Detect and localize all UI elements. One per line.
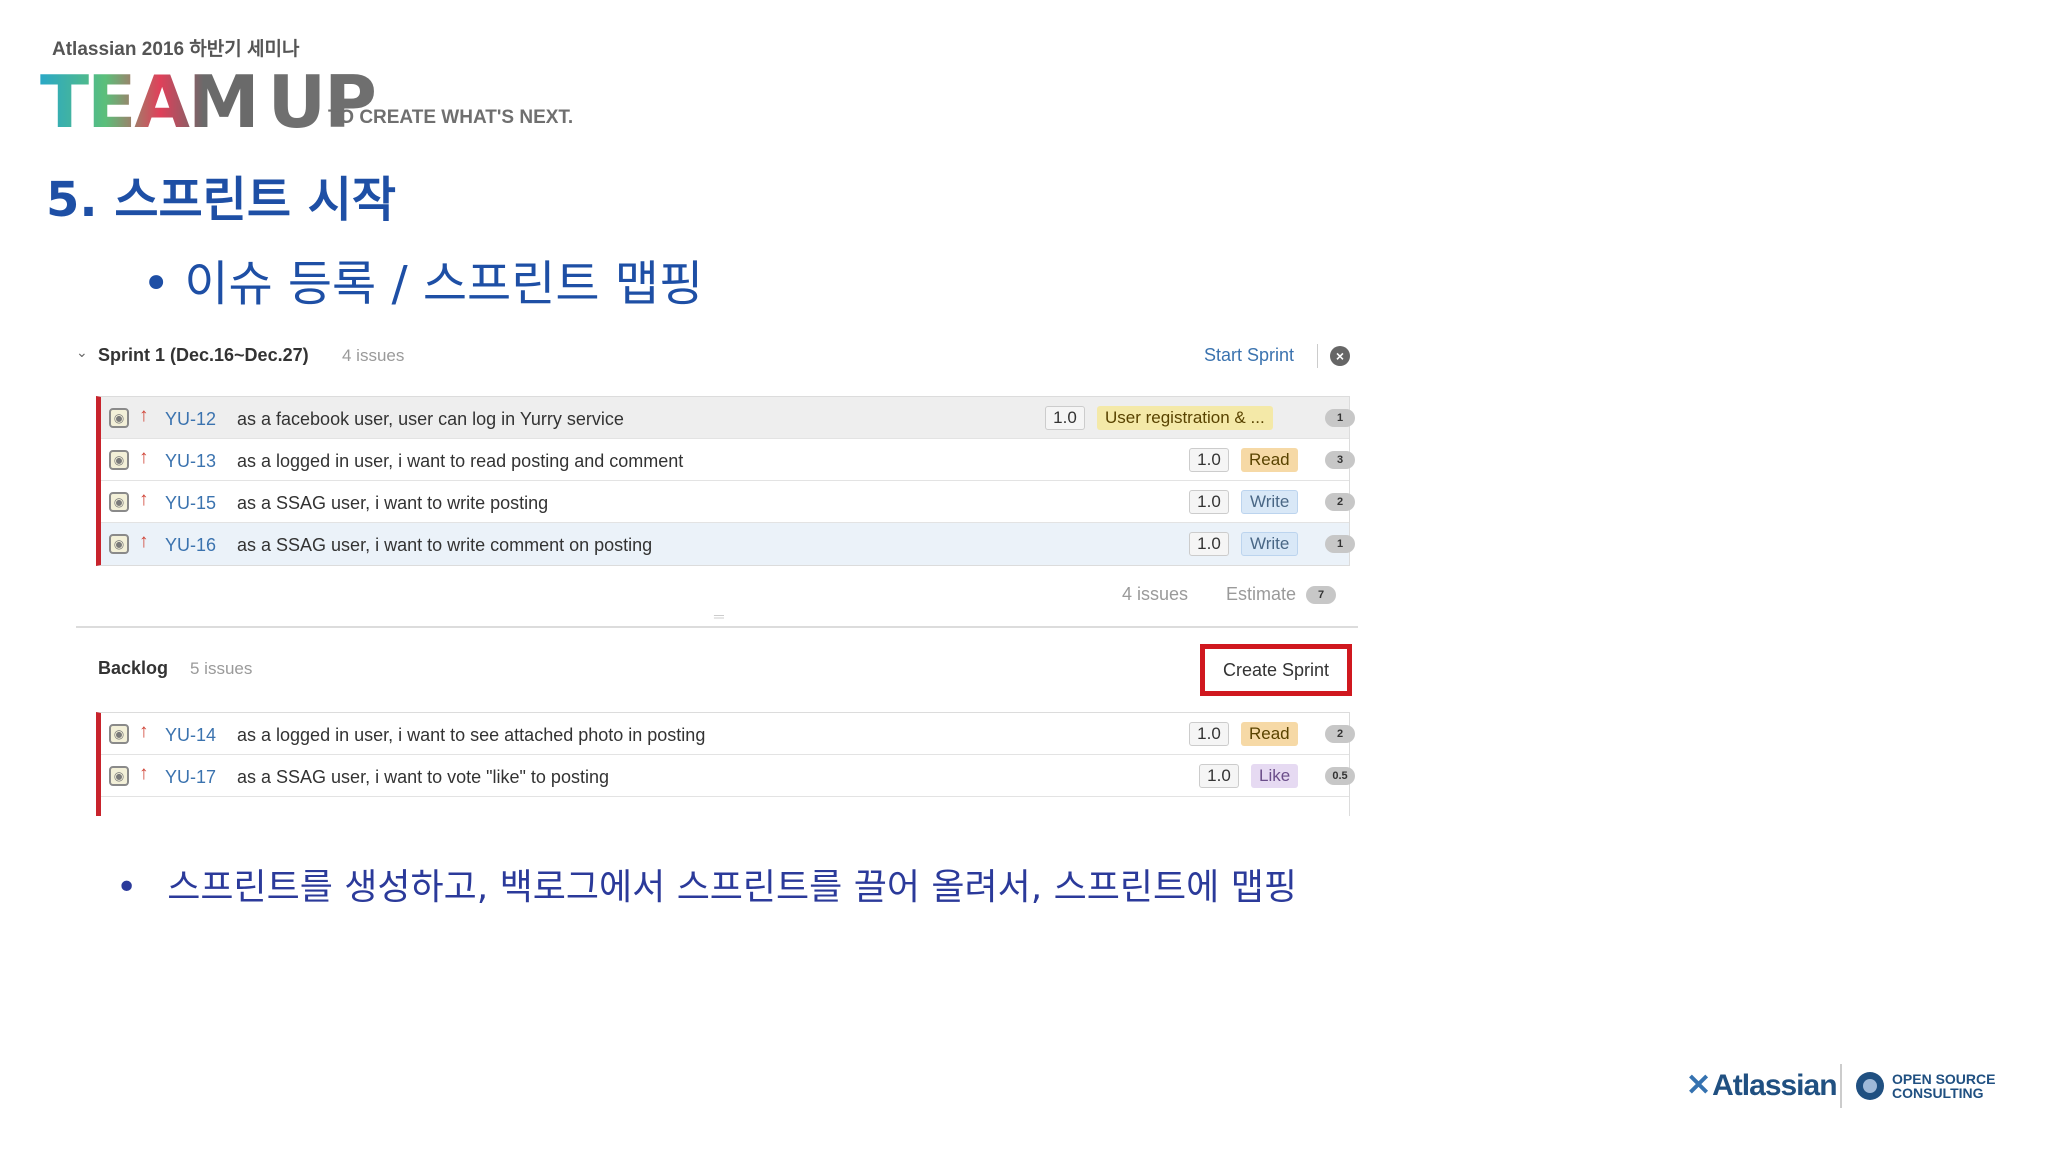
bullet-dot: •: [142, 256, 171, 312]
issue-estimate: 1.0: [1189, 490, 1229, 514]
epic-label[interactable]: User registration & ...: [1097, 406, 1273, 430]
description-text: 스프린트를 생성하고, 백로그에서 스프린트를 끌어 올려서, 스프린트에 맵핑: [167, 867, 1297, 908]
tagline: TO CREATE WHAT'S NEXT.: [328, 107, 574, 128]
arrow-up-priority-icon: ↑: [139, 531, 149, 552]
sprint-footer-estimate-badge: 7: [1306, 586, 1336, 604]
issue-summary: as a logged in user, i want to see attac…: [237, 725, 706, 745]
description-bullet: • 스프린트를 생성하고, 백로그에서 스프린트를 끌어 올려서, 스프린트에 맵…: [116, 858, 1297, 910]
issue-summary: as a SSAG user, i want to write posting: [237, 493, 549, 513]
drag-handle-icon[interactable]: ═: [714, 608, 724, 624]
header-separator: [1317, 344, 1318, 368]
page-title: 5. 스프린트 시작: [46, 172, 397, 228]
epic-label[interactable]: Like: [1251, 764, 1299, 788]
issue-row[interactable]: ◉ ↑ YU-14 as a logged in user, i want to…: [101, 713, 1355, 755]
epic-label[interactable]: Read: [1241, 448, 1298, 472]
sprint-issue-count: 4 issues: [342, 346, 405, 365]
issue-row[interactable]: ◉ ↑ YU-13 as a logged in user, i want to…: [101, 439, 1355, 481]
logo-up-text: UP: [267, 60, 377, 144]
osc-line-1: OPEN SOURCE: [1892, 1071, 1996, 1087]
atlassian-wordmark: Atlassian: [1712, 1069, 1837, 1102]
atlassian-mark-icon: ✕: [1686, 1069, 1711, 1102]
sprint-header: ⌄ Sprint 1 (Dec.16~Dec.27) 4 issues Star…: [74, 336, 1360, 376]
sprint-issue-list: ◉ ↑ YU-12 as a facebook user, user can l…: [96, 396, 1355, 566]
close-circle-icon[interactable]: ×: [1330, 346, 1350, 366]
sprint-name: Sprint 1 (Dec.16~Dec.27): [98, 345, 309, 365]
issue-badge: 2: [1325, 725, 1355, 743]
issue-estimate: 1.0: [1189, 532, 1229, 556]
issue-key[interactable]: YU-16: [165, 535, 216, 556]
sprint-footer-estimate-label: Estimate: [1226, 584, 1297, 604]
open-source-consulting-icon: [1856, 1072, 1884, 1100]
issue-badge: 1: [1325, 409, 1355, 427]
issue-estimate: 1.0: [1045, 406, 1085, 430]
logo-team-text: TEAM: [40, 60, 260, 144]
open-source-consulting-logo: OPEN SOURCE CONSULTING: [1892, 1072, 1995, 1100]
issue-summary: as a facebook user, user can log in Yurr…: [237, 409, 624, 429]
issue-summary: as a logged in user, i want to read post…: [237, 451, 684, 471]
epic-label[interactable]: Read: [1241, 722, 1298, 746]
issue-estimate: 1.0: [1199, 764, 1239, 788]
arrow-up-priority-icon: ↑: [139, 721, 149, 742]
epic-label[interactable]: Write: [1241, 532, 1299, 556]
epic-label[interactable]: Write: [1241, 490, 1299, 514]
issue-key[interactable]: YU-15: [165, 493, 216, 514]
create-sprint-button[interactable]: Create Sprint: [1200, 644, 1352, 696]
backlog-issue-count: 5 issues: [190, 659, 253, 678]
osc-line-2: CONSULTING: [1892, 1085, 1984, 1101]
seminar-label: Atlassian 2016 하반기 세미나: [52, 39, 300, 60]
sprint-footer-issue-count: 4 issues: [1122, 584, 1189, 604]
story-icon: ◉: [109, 450, 129, 470]
footer-separator: [1840, 1064, 1842, 1108]
story-icon: ◉: [109, 408, 129, 428]
atlassian-logo: ✕Atlassian: [1686, 1068, 1838, 1103]
subtitle-text: 이슈 등록 / 스프린트 맵핑: [184, 256, 704, 312]
start-sprint-link[interactable]: Start Sprint: [1204, 345, 1294, 366]
issue-row[interactable]: ◉ ↑ YU-16 as a SSAG user, i want to writ…: [101, 523, 1355, 565]
arrow-up-priority-icon: ↑: [139, 763, 149, 784]
story-icon: ◉: [109, 534, 129, 554]
issue-key[interactable]: YU-12: [165, 409, 216, 430]
subtitle-bullet: • 이슈 등록 / 스프린트 맵핑: [142, 244, 703, 314]
sprint-divider: [76, 626, 1358, 628]
chevron-down-icon[interactable]: ⌄: [76, 344, 88, 361]
issue-key[interactable]: YU-17: [165, 767, 216, 788]
arrow-up-priority-icon: ↑: [139, 405, 149, 426]
story-icon: ◉: [109, 492, 129, 512]
issue-estimate: 1.0: [1189, 722, 1229, 746]
issue-badge: 0.5: [1325, 767, 1355, 785]
issue-row-cutoff[interactable]: [101, 797, 1349, 816]
footer-logos: ✕Atlassian OPEN SOURCE CONSULTING: [1686, 1062, 2006, 1110]
issue-summary: as a SSAG user, i want to write comment …: [237, 535, 653, 555]
issue-key[interactable]: YU-14: [165, 725, 216, 746]
issue-badge: 1: [1325, 535, 1355, 553]
arrow-up-priority-icon: ↑: [139, 489, 149, 510]
issue-row[interactable]: ◉ ↑ YU-17 as a SSAG user, i want to vote…: [101, 755, 1355, 797]
issue-estimate: 1.0: [1189, 448, 1229, 472]
issue-row[interactable]: ◉ ↑ YU-12 as a facebook user, user can l…: [101, 397, 1355, 439]
arrow-up-priority-icon: ↑: [139, 447, 149, 468]
issue-summary: as a SSAG user, i want to vote "like" to…: [237, 767, 609, 787]
issue-badge: 2: [1325, 493, 1355, 511]
story-icon: ◉: [109, 724, 129, 744]
team-up-logo: TEAM UP: [40, 66, 377, 138]
backlog-issue-list: ◉ ↑ YU-14 as a logged in user, i want to…: [96, 712, 1355, 816]
issue-badge: 3: [1325, 451, 1355, 469]
issue-row[interactable]: ◉ ↑ YU-15 as a SSAG user, i want to writ…: [101, 481, 1355, 523]
jira-board-screenshot: ⌄ Sprint 1 (Dec.16~Dec.27) 4 issues Star…: [74, 336, 1364, 816]
story-icon: ◉: [109, 766, 129, 786]
issue-key[interactable]: YU-13: [165, 451, 216, 472]
backlog-title: Backlog: [98, 658, 169, 678]
bullet-dot: •: [116, 867, 138, 908]
